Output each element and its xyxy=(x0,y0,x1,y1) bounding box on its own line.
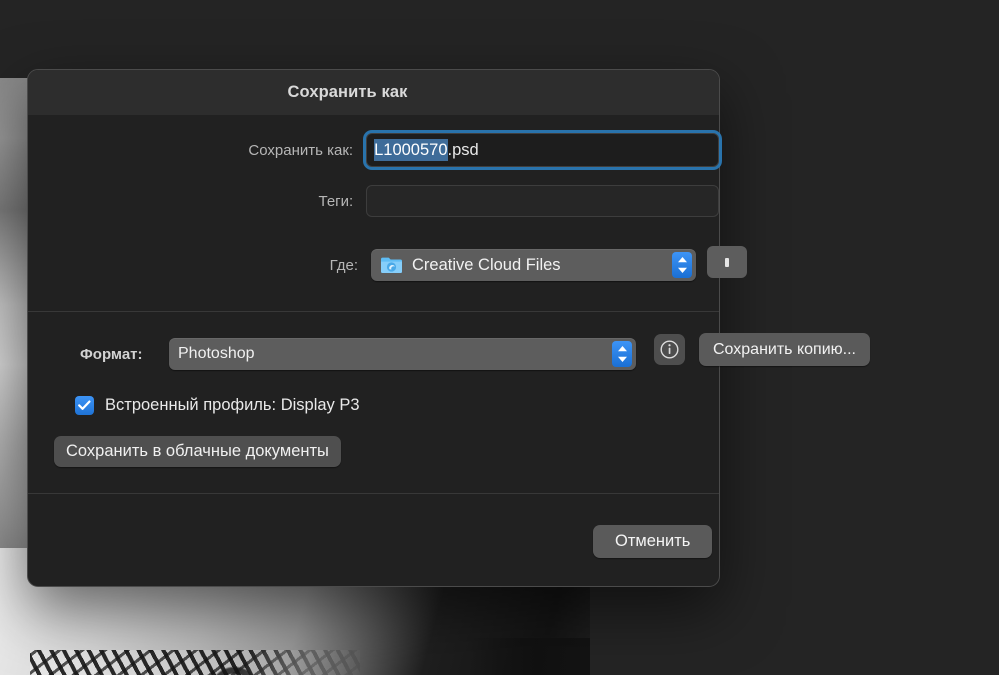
stepper-up-down-icon[interactable] xyxy=(672,252,692,278)
where-menu-button-icon xyxy=(725,257,729,267)
divider-top xyxy=(28,311,719,312)
where-menu-button[interactable] xyxy=(707,246,747,278)
file-name-selection: L1000570 xyxy=(374,138,448,161)
file-name-input[interactable]: L1000570.psd xyxy=(366,133,719,167)
format-popup-button[interactable]: Photoshop xyxy=(169,338,636,370)
embedded-profile-label: Встроенный профиль: Display P3 xyxy=(105,395,360,414)
format-label: Формат: xyxy=(80,345,143,363)
save-as-dialog: Сохранить как Сохранить как: L1000570.ps… xyxy=(27,69,720,587)
format-row: Формат: Photoshop xyxy=(28,336,719,372)
screen: Сохранить как Сохранить как: L1000570.ps… xyxy=(0,0,999,675)
where-popup-button[interactable]: Creative Cloud Files xyxy=(371,249,696,281)
save-as-label: Сохранить как: xyxy=(248,141,354,159)
info-circle-icon xyxy=(660,340,679,359)
cancel-button[interactable]: Отменить xyxy=(593,525,713,558)
dialog-titlebar: Сохранить как xyxy=(28,70,719,115)
dialog-title: Сохранить как xyxy=(287,83,408,101)
photo-shirt-graphic xyxy=(30,650,360,675)
creative-cloud-folder-icon xyxy=(380,256,403,274)
file-name-extension: .psd xyxy=(447,140,479,159)
save-copy-button[interactable]: Сохранить копию... xyxy=(699,333,870,366)
checkmark-icon xyxy=(78,400,91,410)
where-row: Где: Creative Cloud Files xyxy=(28,246,719,284)
photo-dark-edge xyxy=(470,638,590,675)
tags-label: Теги: xyxy=(318,192,354,210)
save-to-cloud-documents-button[interactable]: Сохранить в облачные документы xyxy=(54,436,341,467)
format-value: Photoshop xyxy=(178,345,255,362)
tags-row: Теги: xyxy=(28,183,719,219)
divider-bottom xyxy=(28,493,719,494)
where-label: Где: xyxy=(329,256,358,274)
file-name-text: L1000570.psd xyxy=(374,138,479,161)
embedded-profile-row[interactable]: Встроенный профиль: Display P3 xyxy=(75,390,360,420)
format-info-button[interactable] xyxy=(654,334,685,365)
save-as-row: Сохранить как: L1000570.psd xyxy=(28,132,719,168)
where-value: Creative Cloud Files xyxy=(412,255,561,274)
format-stepper-up-down-icon[interactable] xyxy=(612,341,632,367)
tags-input[interactable] xyxy=(366,185,719,217)
embedded-profile-checkbox[interactable] xyxy=(75,395,94,415)
